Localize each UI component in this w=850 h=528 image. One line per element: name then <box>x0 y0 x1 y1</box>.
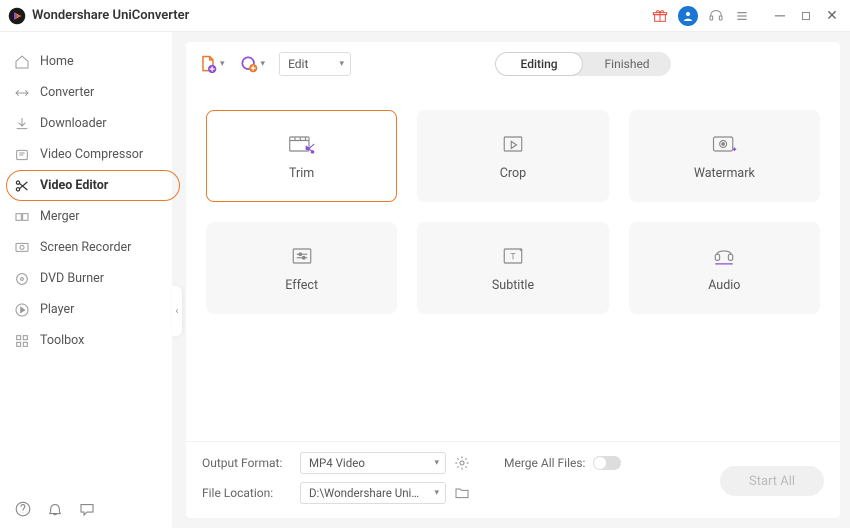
gift-icon[interactable] <box>652 8 668 24</box>
tab-editing[interactable]: Editing <box>495 52 583 76</box>
tile-subtitle[interactable]: T Subtitle <box>417 222 608 314</box>
scissors-icon <box>14 178 30 194</box>
avatar[interactable] <box>678 6 698 26</box>
tile-effect[interactable]: Effect <box>206 222 397 314</box>
titlebar: Wondershare UniConverter ─ ✕ <box>0 0 850 32</box>
svg-text:T: T <box>510 252 516 262</box>
folder-icon[interactable] <box>454 485 470 501</box>
sidebar-item-label: Home <box>40 54 74 69</box>
audio-icon <box>710 244 738 268</box>
support-icon[interactable] <box>708 8 724 24</box>
add-folder-button[interactable]: ▾ <box>239 54 266 74</box>
sidebar-item-label: Toolbox <box>40 333 84 348</box>
tile-trim[interactable]: Trim <box>206 110 397 202</box>
sidebar-item-label: Video Compressor <box>40 147 143 162</box>
sidebar-item-downloader[interactable]: Downloader <box>0 108 172 139</box>
tile-label: Audio <box>708 278 740 293</box>
compress-icon <box>14 147 30 163</box>
tile-label: Crop <box>500 166 526 181</box>
play-icon <box>14 302 30 318</box>
tab-finished[interactable]: Finished <box>583 52 671 76</box>
toolbar: ▾ ▾ Edit Editing Finished <box>186 42 840 86</box>
disc-icon <box>14 271 30 287</box>
sidebar-item-label: Converter <box>40 85 94 100</box>
converter-icon <box>14 85 30 101</box>
app-title: Wondershare UniConverter <box>32 8 189 23</box>
sidebar-item-home[interactable]: Home <box>0 46 172 77</box>
tile-label: Effect <box>285 278 318 293</box>
tile-watermark[interactable]: Watermark <box>629 110 820 202</box>
sidebar-item-compressor[interactable]: Video Compressor <box>0 139 172 170</box>
tile-crop[interactable]: Crop <box>417 110 608 202</box>
maximize-button[interactable] <box>796 6 816 26</box>
sidebar-item-toolbox[interactable]: Toolbox <box>0 325 172 356</box>
help-icon[interactable] <box>14 500 32 518</box>
sidebar-item-label: Merger <box>40 209 80 224</box>
merge-label: Merge All Files: <box>504 456 585 470</box>
menu-icon[interactable] <box>734 8 750 24</box>
effect-icon <box>288 244 316 268</box>
trim-icon <box>288 132 316 156</box>
settings-icon[interactable] <box>454 455 470 471</box>
crop-icon <box>499 132 527 156</box>
sidebar: Home Converter Downloader Video Compress… <box>0 32 172 528</box>
start-all-button[interactable]: Start All <box>720 466 824 496</box>
feedback-icon[interactable] <box>78 500 96 518</box>
bell-icon[interactable] <box>46 500 64 518</box>
output-format-label: Output Format: <box>202 456 292 470</box>
toolbox-icon <box>14 333 30 349</box>
merge-toggle[interactable] <box>593 456 621 470</box>
watermark-icon <box>710 132 738 156</box>
tile-label: Watermark <box>694 166 755 181</box>
sidebar-item-converter[interactable]: Converter <box>0 77 172 108</box>
main-panel: ▾ ▾ Edit Editing Finished Trim Crop Wate… <box>186 42 840 518</box>
output-format-select[interactable]: MP4 Video <box>300 452 446 474</box>
sidebar-item-dvd-burner[interactable]: DVD Burner <box>0 263 172 294</box>
tile-label: Subtitle <box>492 278 534 293</box>
sidebar-item-label: Video Editor <box>40 178 108 193</box>
tile-label: Trim <box>289 166 314 181</box>
app-logo <box>8 7 26 25</box>
edit-dropdown[interactable]: Edit <box>279 52 351 76</box>
sidebar-item-label: DVD Burner <box>40 271 104 286</box>
file-location-select[interactable]: D:\Wondershare UniConverter 1 <box>300 482 446 504</box>
sidebar-collapse-handle[interactable]: ‹ <box>172 286 182 336</box>
sidebar-item-screen-recorder[interactable]: Screen Recorder <box>0 232 172 263</box>
status-tabs: Editing Finished <box>495 52 671 76</box>
sidebar-item-label: Screen Recorder <box>40 240 131 255</box>
tile-audio[interactable]: Audio <box>629 222 820 314</box>
home-icon <box>14 54 30 70</box>
file-location-label: File Location: <box>202 486 292 500</box>
subtitle-icon: T <box>499 244 527 268</box>
sidebar-item-label: Downloader <box>40 116 107 131</box>
close-button[interactable]: ✕ <box>822 6 842 26</box>
sidebar-item-video-editor[interactable]: Video Editor <box>0 170 172 201</box>
merge-icon <box>14 209 30 225</box>
sidebar-item-label: Player <box>40 302 74 317</box>
sidebar-item-merger[interactable]: Merger <box>0 201 172 232</box>
sidebar-item-player[interactable]: Player <box>0 294 172 325</box>
editor-tiles: Trim Crop Watermark Effect T Subtitle Au… <box>186 86 840 338</box>
minimize-button[interactable]: ─ <box>770 6 790 26</box>
download-icon <box>14 116 30 132</box>
record-icon <box>14 240 30 256</box>
add-file-button[interactable]: ▾ <box>198 54 225 74</box>
